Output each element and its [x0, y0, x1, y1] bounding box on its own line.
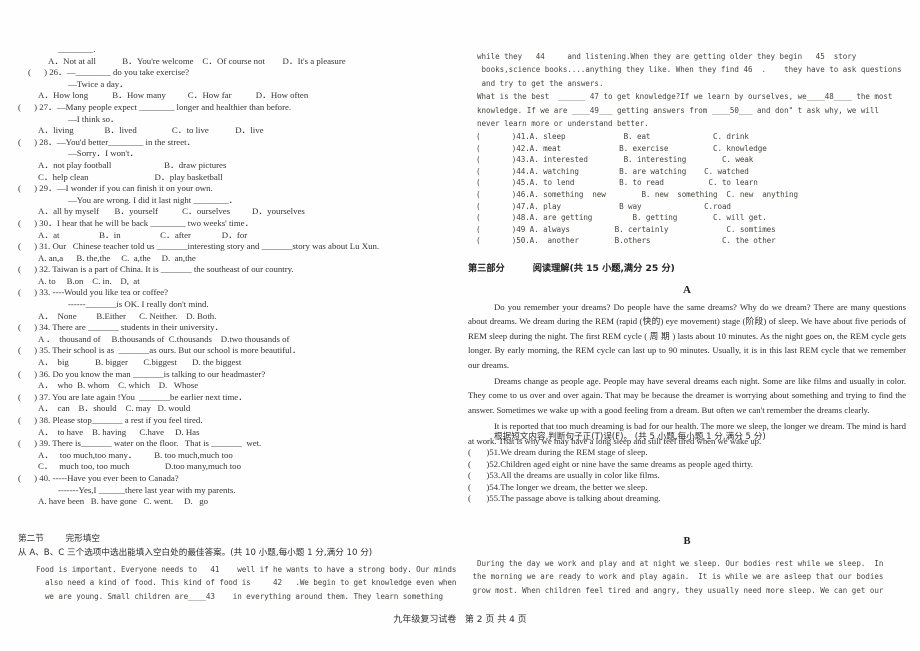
tf-instruction: 根据短文内容,判断句子正(T)误(F)。 (共 5 小题,每小题 1 分,满分 …	[494, 432, 766, 442]
grammar-question-line: A． can B．should C. may D. would	[38, 403, 191, 414]
grammar-question-line: ( ) 32. Taiwan is a part of China. It is…	[18, 264, 294, 275]
grammar-question-line: C． much too, too much D.too many,much to…	[38, 461, 241, 472]
cloze-passage-line: and try to get the answers.	[468, 78, 604, 88]
cloze-option-row: ( )46.A. something new B. new something …	[476, 189, 798, 199]
grammar-question-line: ( ) 31. Our Chinese teacher told us ____…	[18, 241, 380, 252]
grammar-question-line: ( ) 28．—You'd better________ in the stre…	[18, 136, 196, 147]
passage-a-paragraph: Do you remember your dreams? Do people h…	[468, 302, 906, 370]
passage-a-question-list: ( )51.We dream during the REM stage of s…	[468, 447, 906, 505]
cloze-option-row: ( )47.A. play B way C.road	[476, 201, 731, 211]
cloze-passage-line: we are young. Small children are____43 i…	[36, 591, 443, 601]
grammar-question-line: A．How long B．How many C．How far D．How of…	[38, 90, 309, 101]
cloze-options-list: ( )41.A. sleep B. eat C. drink ( )42.A. m…	[476, 131, 906, 247]
page-footer: 九年级复习试卷 第 2 页 共 4 页	[393, 615, 527, 625]
grammar-question-line: ( ) 35. Their school is as _______as our…	[18, 345, 301, 356]
passage-b-line: During the day we work and play and at n…	[468, 559, 884, 568]
grammar-question-line: A．Not at all B．You're welcome C．Of cours…	[48, 55, 346, 66]
exam-page: ________. A．Not at all B．You're welcome C…	[0, 0, 920, 651]
passage-a-letter: A	[683, 284, 691, 296]
grammar-question-line: ( ) 34. There are _______ students in th…	[18, 322, 224, 333]
cloze-passage-line: What is the best ______ 47 to get knowle…	[468, 92, 893, 102]
grammar-question-line: ( ) 30．I hear that he will be back _____…	[18, 217, 254, 228]
passage-a-question-row: ( )55.The passage above is talking about…	[468, 493, 661, 504]
grammar-question-line: —Sorry．I won't．	[68, 148, 139, 159]
part-three-title: 阅读理解(共 15 小题,满分 25 分)	[532, 263, 675, 274]
cloze-option-row: ( )45.A. to lend B. to read C. to learn	[476, 178, 758, 188]
grammar-question-line: ( ) 38. Please stop_______ a rest if you…	[18, 415, 203, 425]
grammar-question-line: ( ) 27．—Many people expect ________ long…	[18, 101, 292, 112]
cloze-passage-line: knowledge. If we are ____49___ getting a…	[468, 105, 879, 115]
part-three-label: 第三部分	[468, 263, 505, 274]
cloze-passage-continuation: while they 44 and listening.When they ar…	[468, 50, 906, 130]
passage-a-body: Do you remember your dreams? Do people h…	[468, 300, 906, 450]
grammar-question-line: A．all by myself B．yourself C．ourselves D…	[38, 206, 305, 217]
grammar-question-line: —Twice a day．	[68, 78, 128, 89]
passage-a-question-row: ( )54.The longer we dream, the better we…	[468, 481, 648, 492]
grammar-question-line: A． too much,too many． B. too much,much t…	[38, 449, 233, 460]
grammar-question-line: ( ) 40. -----Have you ever been to Canad…	[18, 472, 179, 483]
cloze-passage-line: also need a kind of food. This kind of f…	[36, 578, 457, 588]
grammar-question-line: A． None B.Either C. Neither. D. Both.	[38, 310, 217, 321]
grammar-question-line: ( ) 33. ----Would you like tea or coffee…	[18, 287, 169, 298]
cloze-option-row: ( )50.A. another B.others C. the other	[476, 236, 776, 246]
grammar-question-line: A. an,a B. the,the C. a,the D. an,the	[38, 252, 196, 263]
passage-a-question-row: ( )52.Children aged eight or nine have t…	[468, 458, 753, 469]
grammar-question-line: A．not play football B．draw pictures	[38, 159, 227, 170]
grammar-question-line: A． to have B. having C.have D. Has	[38, 426, 200, 437]
cloze-option-row: ( )42.A. meat B. exercise C. knowledge	[476, 143, 767, 153]
cloze-option-row: ( )43.A. interested B. interesting C. we…	[476, 155, 754, 165]
passage-b-letter: B	[683, 536, 691, 547]
grammar-question-line: —You are wrong. I did it last night ____…	[68, 194, 238, 205]
passage-a-paragraph: Dreams change as people age. People may …	[468, 376, 906, 415]
grammar-question-line: A． big B. bigger C.biggest D. the bigges…	[38, 357, 242, 368]
right-column: while they 44 and listening.When they ar…	[468, 0, 906, 651]
cloze-passage: Food is important. Everyone needs to 41 …	[18, 563, 457, 603]
cloze-passage-line: while they 44 and listening.When they ar…	[468, 52, 857, 61]
grammar-question-line: A．living B．lived C．to live D．live	[38, 125, 264, 136]
left-column: ________. A．Not at all B．You're welcome C…	[18, 0, 457, 651]
grammar-question-list: ________. A．Not at all B．You're welcome C…	[18, 44, 448, 508]
cloze-section: 第二节 完形填空从 A、B、C 三个选项中选出能填入空白处的最佳答案。(共 10…	[18, 532, 457, 603]
cloze-passage-line: books,science books....anything they lik…	[468, 65, 902, 75]
cloze-option-row: ( )48.A. are getting B. getting C. will …	[476, 213, 767, 223]
cloze-passage-line: never learn more or understand better.	[468, 119, 649, 129]
grammar-question-line: A． who B. whom C. which D. Whose	[38, 380, 199, 391]
passage-a-question-row: ( )53.All the dreams are usually in colo…	[468, 470, 660, 481]
grammar-question-line: ( ) 39. There is_______ water on the flo…	[18, 438, 262, 449]
grammar-question-line: -------Yes,I ______there last year with …	[58, 484, 236, 495]
passage-a-question-row: ( )51.We dream during the REM stage of s…	[468, 447, 648, 457]
grammar-question-line: ( ) 26．—________ do you take exercise?	[28, 67, 189, 78]
passage-b-line: the morning we are ready to work and pla…	[468, 572, 884, 582]
passage-b-line: grow most. When children feel tired and …	[468, 585, 884, 595]
cloze-passage-line: Food is important. Everyone needs to 41 …	[36, 565, 457, 574]
grammar-question-line: ( ) 36. Do you know the man _______is ta…	[18, 368, 266, 379]
grammar-question-line: ________.	[58, 44, 96, 54]
part-three-heading: 第三部分 阅读理解(共 15 小题,满分 25 分)	[468, 260, 675, 274]
cloze-option-row: ( )41.A. sleep B. eat C. drink	[476, 132, 749, 141]
cloze-section-heading: 第二节 完形填空	[18, 534, 101, 544]
grammar-question-line: ( ) 29．—I wonder if you can finish it on…	[18, 183, 213, 194]
grammar-question-line: A．at B．in C．after D．for	[38, 229, 248, 240]
passage-b-body: During the day we work and play and at n…	[468, 557, 906, 597]
cloze-option-row: ( )49 A. always B. certainly C. somtimes	[476, 224, 776, 234]
cloze-option-row: ( )44.A. watching B. are watching C. wat…	[476, 166, 749, 176]
grammar-question-line: A. have been B. have gone C. went. D. go	[38, 496, 209, 507]
grammar-question-line: ------_______is OK. I really don't mind.	[68, 299, 209, 310]
cloze-instruction: 从 A、B、C 三个选项中选出能填入空白处的最佳答案。(共 10 小题,每小题 …	[18, 548, 373, 558]
grammar-question-line: A. to B.on C. in. D, at	[38, 275, 140, 286]
grammar-question-line: A ． thousand of B.thousands of C.thousan…	[38, 333, 290, 344]
grammar-question-line: C．help clean D．play basketball	[38, 171, 223, 182]
grammar-question-line: ( ) 37. You are late again !You _______b…	[18, 391, 247, 402]
grammar-question-line: —I think so．	[68, 113, 119, 124]
